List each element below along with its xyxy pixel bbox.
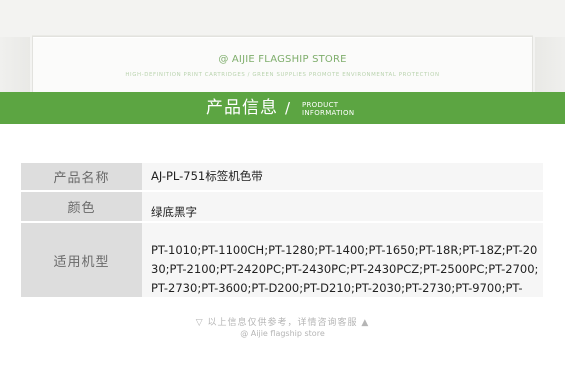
spec-row-color: 颜色 绿底黑字 [21,190,543,222]
store-tagline: HIGH-DEFINITION PRINT CARTRIDGES / GREEN… [125,72,440,78]
spec-label: 产品名称 [21,163,142,191]
section-title-divider: / [285,99,291,117]
banner-frame [0,36,565,95]
spec-row-product-name: 产品名称 AJ-PL-751标签机色带 [21,163,543,191]
store-banner [0,0,565,95]
section-header-bar [0,92,565,124]
section-subtitle-line1: PRODUCT [302,101,339,109]
spec-value-color: 绿底黑字 [151,204,197,219]
spec-label: 适用机型 [21,221,142,297]
spec-label: 颜色 [21,190,142,222]
section-subtitle: PRODUCT INFORMATION [302,101,354,117]
section-title: 产品信息 [206,98,278,118]
disclaimer-note: ▽ 以上信息仅供参考，详情咨询客服 ▲ [195,318,370,328]
spec-value-product-name: AJ-PL-751标签机色带 [142,163,543,191]
product-spec-table: 产品名称 AJ-PL-751标签机色带 颜色 绿底黑字 适用机型 PT-1010… [21,163,543,297]
store-name: @ AIJIE FLAGSHIP STORE [218,54,347,65]
footer-store-name: @ Aijie flagship store [240,329,325,338]
spec-value-compatible-models: PT-1010;PT-1100CH;PT-1280;PT-1400;PT-165… [151,243,539,295]
spec-row-compatible-models: 适用机型 PT-1010;PT-1100CH;PT-1280;PT-1400;P… [21,221,543,297]
section-subtitle-line2: INFORMATION [302,109,355,117]
